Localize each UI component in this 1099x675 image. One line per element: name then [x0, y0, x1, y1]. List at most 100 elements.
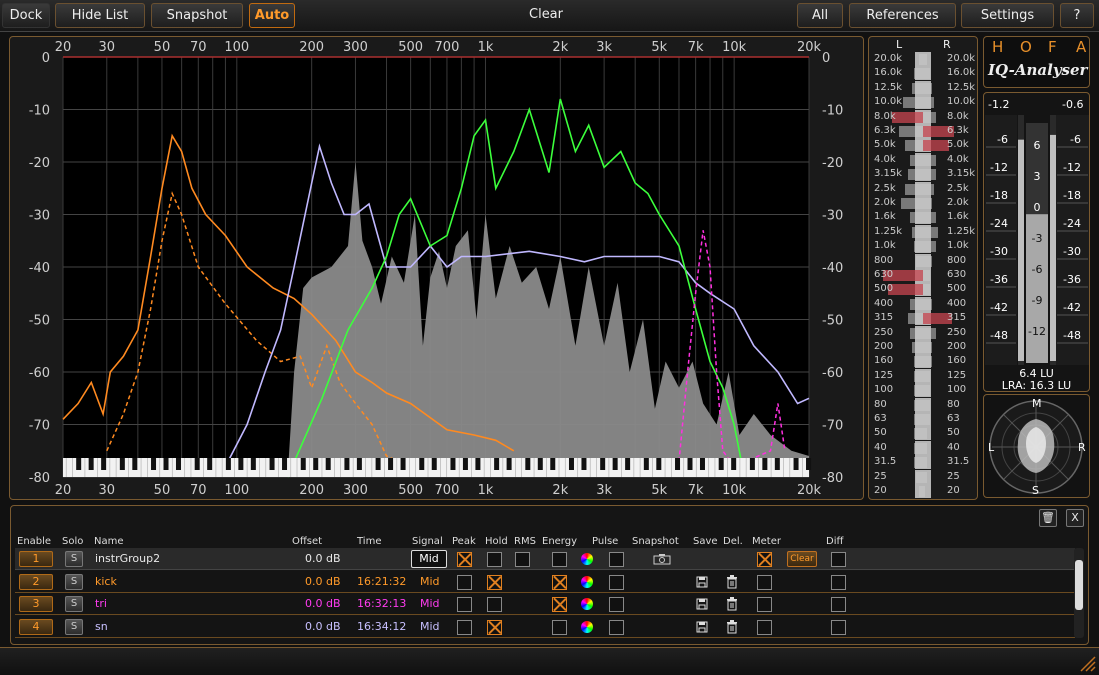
- pulse-checkbox[interactable]: [609, 574, 624, 590]
- peak-checkbox[interactable]: [457, 597, 472, 612]
- color-wheel-icon[interactable]: [581, 553, 593, 565]
- references-button[interactable]: References: [849, 3, 956, 28]
- energy-checkbox[interactable]: [552, 597, 567, 612]
- band-right-level: [923, 54, 928, 65]
- rms-checkbox[interactable]: [515, 552, 530, 567]
- color-wheel-icon[interactable]: [581, 575, 593, 588]
- enable-button[interactable]: 4: [19, 618, 53, 635]
- list-row[interactable]: 2 Skick 0.0 dB 16:21:32 Mid: [15, 570, 1075, 593]
- energy-checkbox[interactable]: [552, 619, 567, 635]
- solo-button[interactable]: S: [65, 596, 83, 612]
- band-label-right: 100: [947, 384, 967, 396]
- loudness-scale-right: -48: [1063, 329, 1081, 342]
- scrollbar-thumb[interactable]: [1075, 560, 1083, 610]
- peak-checkbox[interactable]: [457, 619, 472, 635]
- signal-select[interactable]: Mid: [411, 550, 447, 568]
- energy-checkbox[interactable]: [552, 552, 567, 567]
- loudness-bars: -6 -6-12 -12-18 -18-24 -24-30 -30-36 -36-42 -42…: [985, 115, 1089, 365]
- enable-button[interactable]: 1: [19, 551, 53, 567]
- color-wheel-icon[interactable]: [581, 620, 593, 633]
- solo-button[interactable]: S: [65, 618, 83, 635]
- hold-checkbox[interactable]: [487, 597, 502, 612]
- peak-checkbox[interactable]: [457, 574, 472, 590]
- band-label-right: 2.0k: [947, 197, 969, 208]
- diff-checkbox[interactable]: [831, 619, 846, 635]
- clear-meter-button[interactable]: Clear: [787, 551, 817, 567]
- row-signal[interactable]: Mid: [420, 593, 440, 615]
- list-row[interactable]: 1 SinstrGroup2 0.0 dB Mid Clear: [15, 548, 1075, 570]
- delete-icon[interactable]: [726, 597, 738, 611]
- meter-checkbox[interactable]: [757, 552, 772, 567]
- auto-button[interactable]: Auto: [249, 3, 295, 28]
- snapshot-button[interactable]: Snapshot: [151, 3, 243, 28]
- settings-button[interactable]: Settings: [961, 3, 1054, 28]
- row-signal[interactable]: Mid: [420, 616, 440, 638]
- hold-checkbox[interactable]: [487, 574, 502, 590]
- iq-analyser-window: Dock Hide List Snapshot Auto Clear All R…: [0, 0, 1099, 675]
- trash-all-button[interactable]: 🗑: [1039, 509, 1057, 527]
- camera-icon[interactable]: [653, 553, 671, 565]
- row-offset[interactable]: 0.0 dB: [305, 571, 341, 593]
- band-right-level: [923, 298, 932, 310]
- meter-checkbox[interactable]: [757, 597, 772, 612]
- save-icon[interactable]: [696, 598, 708, 610]
- freq-label: 10k: [722, 40, 747, 55]
- hold-checkbox[interactable]: [487, 552, 502, 567]
- dock-button[interactable]: Dock: [2, 3, 50, 28]
- pulse-checkbox[interactable]: [609, 552, 624, 567]
- loudness-scale-center: 3: [1034, 170, 1041, 183]
- peak-checkbox[interactable]: [457, 552, 472, 567]
- help-button[interactable]: ?: [1060, 3, 1094, 28]
- row-offset[interactable]: 0.0 dB: [305, 593, 341, 615]
- band-label-left: 20: [874, 485, 887, 496]
- clear-button[interactable]: Clear: [300, 3, 792, 28]
- row-offset[interactable]: 0.0 dB: [305, 616, 341, 638]
- meter-checkbox[interactable]: [757, 619, 772, 635]
- db-label-left: -10: [29, 104, 50, 119]
- solo-button[interactable]: S: [65, 551, 83, 567]
- diff-checkbox[interactable]: [831, 574, 846, 590]
- resize-grip-icon[interactable]: [1075, 651, 1097, 673]
- save-icon[interactable]: [696, 621, 708, 633]
- diff-checkbox[interactable]: [831, 552, 846, 567]
- loudness-scale-right: -24: [1063, 217, 1081, 230]
- save-icon[interactable]: [696, 576, 708, 588]
- hide-list-button[interactable]: Hide List: [55, 3, 145, 28]
- close-list-button[interactable]: X: [1066, 509, 1084, 527]
- band-label-left: 4.0k: [874, 153, 896, 165]
- enable-button[interactable]: 2: [19, 573, 53, 590]
- band-left-level: [912, 82, 923, 94]
- list-row[interactable]: 3 Stri 0.0 dB 16:32:13 Mid: [15, 593, 1075, 615]
- band-list: 20.0k 20.0k 16.0k 16.0k 12.5k 12.5k 10.0k 10.0k…: [869, 52, 977, 498]
- color-wheel-icon[interactable]: [581, 598, 593, 610]
- diff-checkbox[interactable]: [831, 597, 846, 612]
- delete-icon[interactable]: [726, 574, 738, 589]
- band-right-level: [923, 356, 932, 368]
- enable-button[interactable]: 3: [19, 596, 53, 612]
- all-button[interactable]: All: [797, 3, 843, 28]
- band-label-right: 8.0k: [947, 110, 969, 122]
- band-row: 4.0k 4.0k: [869, 152, 977, 167]
- hold-checkbox[interactable]: [487, 619, 502, 635]
- band-right-level: [923, 270, 930, 281]
- list-row[interactable]: 4 Ssn 0.0 dB 16:34:12 Mid: [15, 615, 1075, 638]
- pulse-checkbox[interactable]: [609, 597, 624, 612]
- energy-checkbox[interactable]: [552, 574, 567, 590]
- row-signal[interactable]: Mid: [420, 571, 440, 593]
- list-scrollbar[interactable]: [1074, 548, 1084, 638]
- solo-button[interactable]: S: [65, 573, 83, 590]
- row-offset[interactable]: 0.0 dB: [305, 548, 341, 570]
- freq-label: 1k: [478, 40, 494, 55]
- delete-icon[interactable]: [726, 619, 738, 634]
- band-right-level: [923, 97, 934, 109]
- freq-label: 70: [190, 483, 207, 498]
- column-header: Enable: [17, 536, 52, 547]
- band-right-label: R: [943, 38, 951, 51]
- meter-checkbox[interactable]: [757, 574, 772, 590]
- band-row: 1.6k 1.6k: [869, 210, 977, 225]
- loudness-scale-left: -24: [990, 217, 1008, 230]
- pulse-checkbox[interactable]: [609, 619, 624, 635]
- loudness-scale-right: -6: [1070, 133, 1081, 146]
- spectrum-graph[interactable]: 20 20 30 30 50 50 70 70 100 100 200 200 300 300 500 500…: [10, 37, 865, 501]
- band-label-left: 6.3k: [874, 125, 896, 136]
